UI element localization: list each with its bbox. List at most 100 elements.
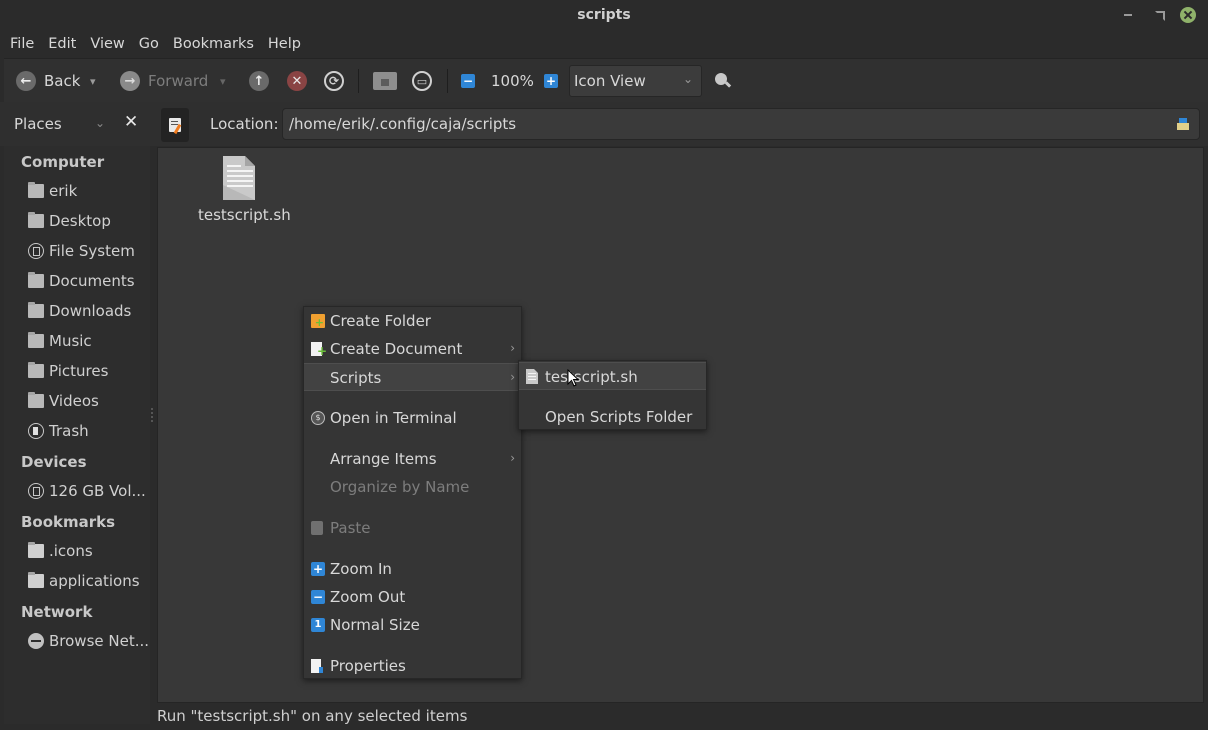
close-sidebar-icon[interactable]: ✕: [124, 112, 138, 132]
sidebar-item-label: Music: [49, 332, 92, 350]
forward-label: Forward: [148, 72, 209, 90]
sidebar-item-browse-network[interactable]: Browse Net...: [28, 632, 149, 650]
menu-file[interactable]: File: [3, 32, 41, 56]
sidebar-item-label: Documents: [49, 272, 135, 290]
submenu-item-open-scripts-folder[interactable]: Open Scripts Folder: [519, 403, 706, 431]
places-sidebar: Computer erik Desktop File System Docume…: [4, 146, 150, 724]
sidebar-item-erik[interactable]: erik: [28, 182, 77, 200]
maximize-icon[interactable]: [1150, 7, 1166, 23]
home-icon: [373, 72, 397, 90]
new-document-icon: +: [311, 342, 327, 357]
sidebar-item-label: Videos: [49, 392, 99, 410]
sidebar-item-label: .icons: [49, 542, 93, 560]
menu-item-zoom-out[interactable]: − Zoom Out: [304, 583, 521, 611]
zoom-out-button[interactable]: −: [461, 59, 475, 103]
toolbar: ← Back ▾ → Forward ▾ ↑ ✕ ⟳ ▭ − 100% + Ic…: [4, 58, 1208, 102]
stop-icon: ✕: [287, 71, 307, 91]
up-button[interactable]: ↑: [249, 59, 269, 103]
sidebar-item-applications[interactable]: applications: [28, 572, 140, 590]
back-button[interactable]: ← Back: [16, 59, 80, 103]
places-selector-label[interactable]: Places: [14, 115, 62, 133]
sidebar-item-pictures[interactable]: Pictures: [28, 362, 108, 380]
reload-button[interactable]: ⟳: [324, 59, 344, 103]
view-mode-select[interactable]: Icon View ⌄: [569, 65, 702, 97]
sidebar-item-trash[interactable]: Trash: [28, 422, 89, 440]
sidebar-item-videos[interactable]: Videos: [28, 392, 99, 410]
new-folder-icon: +: [311, 314, 325, 328]
zoom-in-icon: +: [544, 74, 558, 88]
drive-icon: [28, 483, 44, 499]
forward-button[interactable]: → Forward: [120, 59, 208, 103]
sidebar-item-volume[interactable]: 126 GB Vol...: [28, 482, 146, 500]
zoom-in-icon: +: [311, 562, 325, 576]
paste-icon: [311, 521, 323, 535]
sidebar-item-desktop[interactable]: Desktop: [28, 212, 111, 230]
sidebar-item-label: Pictures: [49, 362, 109, 380]
folder-icon: [28, 572, 44, 588]
sidebar-item-label: File System: [49, 242, 135, 260]
view-mode-value: Icon View: [574, 72, 646, 90]
computer-button[interactable]: ▭: [412, 59, 432, 103]
menu-view[interactable]: View: [83, 32, 131, 56]
sidebar-item-downloads[interactable]: Downloads: [28, 302, 131, 320]
location-input[interactable]: /home/erik/.config/caja/scripts: [282, 108, 1200, 140]
zoom-level[interactable]: 100%: [491, 59, 534, 103]
terminal-icon: $: [311, 411, 325, 425]
menu-bookmarks[interactable]: Bookmarks: [166, 32, 261, 56]
script-file-icon: [526, 369, 538, 384]
stop-button[interactable]: ✕: [287, 59, 307, 103]
status-bar: Run "testscript.sh" on any selected item…: [157, 707, 468, 725]
submenu-item-testscript[interactable]: testscript.sh: [519, 362, 706, 390]
up-icon: ↑: [249, 71, 269, 91]
videos-folder-icon: [28, 392, 44, 408]
sidebar-item-label: erik: [49, 182, 78, 200]
sidebar-item-file-system[interactable]: File System: [28, 242, 135, 260]
sidebar-item-documents[interactable]: Documents: [28, 272, 135, 290]
menu-item-arrange-items[interactable]: Arrange Items ›: [304, 445, 521, 473]
sidebar-item-label: 126 GB Vol...: [49, 482, 146, 500]
chevron-right-icon: ›: [510, 370, 515, 384]
context-menu: + Create Folder + Create Document › Scri…: [303, 306, 522, 679]
properties-icon: [311, 659, 323, 673]
trash-icon: [28, 423, 44, 439]
menu-item-normal-size[interactable]: 1 Normal Size: [304, 611, 521, 639]
edit-location-icon: [169, 118, 182, 135]
close-icon[interactable]: [1180, 7, 1196, 23]
back-history-dropdown[interactable]: ▾: [90, 59, 96, 103]
text-file-icon: [223, 156, 255, 200]
menu-item-scripts[interactable]: Scripts ›: [304, 363, 521, 391]
zoom-out-icon: −: [311, 590, 325, 604]
menu-item-create-folder[interactable]: + Create Folder: [304, 307, 521, 335]
menu-help[interactable]: Help: [261, 32, 308, 56]
chevron-down-icon: ▾: [220, 74, 226, 88]
sidebar-item-label: Browse Net...: [49, 632, 150, 650]
menu-edit[interactable]: Edit: [41, 32, 83, 56]
menu-go[interactable]: Go: [132, 32, 166, 56]
sidebar-item-icons[interactable]: .icons: [28, 542, 93, 560]
title-bar: scripts: [0, 0, 1208, 32]
back-label: Back: [44, 72, 81, 90]
menu-item-paste[interactable]: Paste: [304, 514, 521, 542]
minimize-icon[interactable]: [1120, 7, 1136, 23]
toggle-location-entry-button[interactable]: [161, 108, 189, 142]
location-label: Location:: [210, 115, 279, 133]
sidebar-resize-handle[interactable]: [151, 408, 153, 422]
sidebar-item-music[interactable]: Music: [28, 332, 92, 350]
menu-item-properties[interactable]: Properties: [304, 652, 521, 680]
menu-item-zoom-in[interactable]: + Zoom In: [304, 555, 521, 583]
menu-item-organize-by-name[interactable]: Organize by Name: [304, 473, 521, 501]
desktop-folder-icon: [28, 212, 44, 228]
forward-history-dropdown[interactable]: ▾: [220, 59, 226, 103]
chevron-down-icon[interactable]: ⌄: [95, 116, 105, 130]
home-button[interactable]: [373, 59, 397, 103]
network-icon: [28, 633, 44, 649]
sidebar-item-label: Downloads: [49, 302, 132, 320]
menu-item-open-in-terminal[interactable]: $ Open in Terminal: [304, 404, 521, 432]
clear-location-icon[interactable]: [1177, 118, 1189, 130]
sidebar-item-label: Trash: [49, 422, 89, 440]
zoom-in-button[interactable]: +: [544, 59, 558, 103]
menu-item-create-document[interactable]: + Create Document ›: [304, 335, 521, 363]
documents-folder-icon: [28, 272, 44, 288]
toolbar-separator: [358, 69, 359, 93]
search-button[interactable]: [714, 59, 732, 103]
